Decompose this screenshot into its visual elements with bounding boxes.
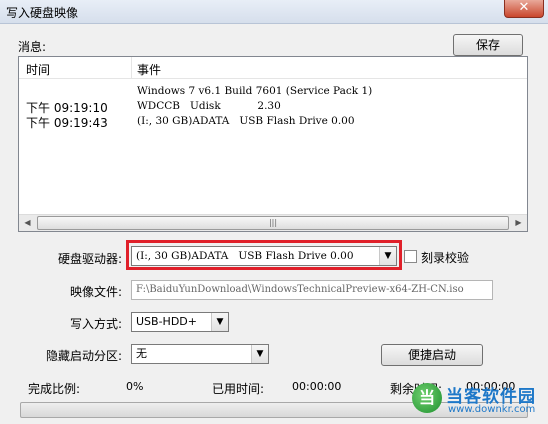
progress-label: 完成比例: — [28, 382, 81, 396]
quick-boot-button[interactable]: 便捷启动 — [381, 344, 483, 366]
watermark: 当 当客软件园 www.downkr.com — [410, 380, 548, 424]
column-header-event[interactable]: 事件 — [137, 61, 161, 78]
highlight-box — [126, 240, 402, 270]
title-bar: 写入硬盘映像 ✕ — [0, 0, 548, 24]
image-file-field[interactable]: F:\BaiduYunDownload\WindowsTechnicalPrev… — [131, 280, 493, 300]
list-item[interactable]: 下午 09:19:43 (I:, 30 GB)ADATA USB Flash D… — [19, 114, 527, 130]
write-mode-label: 写入方式: — [70, 317, 123, 331]
message-list[interactable]: 时间 事件 Windows 7 v6.1 Build 7601 (Service… — [18, 56, 528, 232]
verify-label[interactable]: 刻录校验 — [421, 249, 469, 266]
hidden-partition-value: 无 — [136, 347, 147, 360]
write-mode-value: USB-HDD+ — [136, 315, 197, 328]
close-button[interactable]: ✕ — [504, 0, 544, 18]
image-file-label: 映像文件: — [70, 285, 123, 299]
elapsed-label: 已用时间: — [212, 382, 265, 396]
hidden-partition-label: 隐藏启动分区: — [46, 349, 123, 363]
close-icon: ✕ — [518, 0, 530, 15]
messages-label: 消息: — [18, 40, 47, 54]
watermark-logo-icon: 当 — [412, 383, 442, 413]
watermark-url: www.downkr.com — [448, 404, 536, 415]
column-header-time[interactable]: 时间 — [26, 61, 50, 78]
dropdown-arrow-icon[interactable]: ▼ — [251, 345, 268, 363]
row-event: (I:, 30 GB)ADATA USB Flash Drive 0.00 — [137, 115, 355, 127]
row-time: 下午 09:19:43 — [26, 116, 108, 130]
scroll-right-icon[interactable]: ▶ — [510, 215, 527, 231]
progress-value: 0% — [126, 380, 144, 393]
write-mode-select[interactable]: USB-HDD+ ▼ — [131, 312, 229, 332]
window-title: 写入硬盘映像 — [6, 6, 79, 20]
list-header: 时间 事件 — [19, 57, 527, 79]
save-button[interactable]: 保存 — [453, 34, 523, 56]
scroll-left-icon[interactable]: ◀ — [19, 215, 36, 231]
elapsed-value: 00:00:00 — [292, 380, 342, 393]
list-item[interactable]: 下午 09:19:10 WDCCB Udisk 2.30 — [19, 99, 527, 115]
row-event: Windows 7 v6.1 Build 7601 (Service Pack … — [137, 85, 373, 97]
drive-label: 硬盘驱动器: — [58, 252, 123, 266]
column-divider[interactable] — [131, 57, 132, 79]
dropdown-arrow-icon[interactable]: ▼ — [211, 313, 228, 331]
hidden-partition-select[interactable]: 无 ▼ — [131, 344, 269, 364]
verify-checkbox[interactable] — [404, 250, 417, 263]
list-item[interactable]: Windows 7 v6.1 Build 7601 (Service Pack … — [19, 84, 527, 99]
horizontal-scrollbar[interactable]: ◀ ||| ▶ — [19, 214, 527, 231]
scroll-thumb[interactable]: ||| — [37, 216, 509, 230]
row-event: WDCCB Udisk 2.30 — [137, 100, 281, 112]
